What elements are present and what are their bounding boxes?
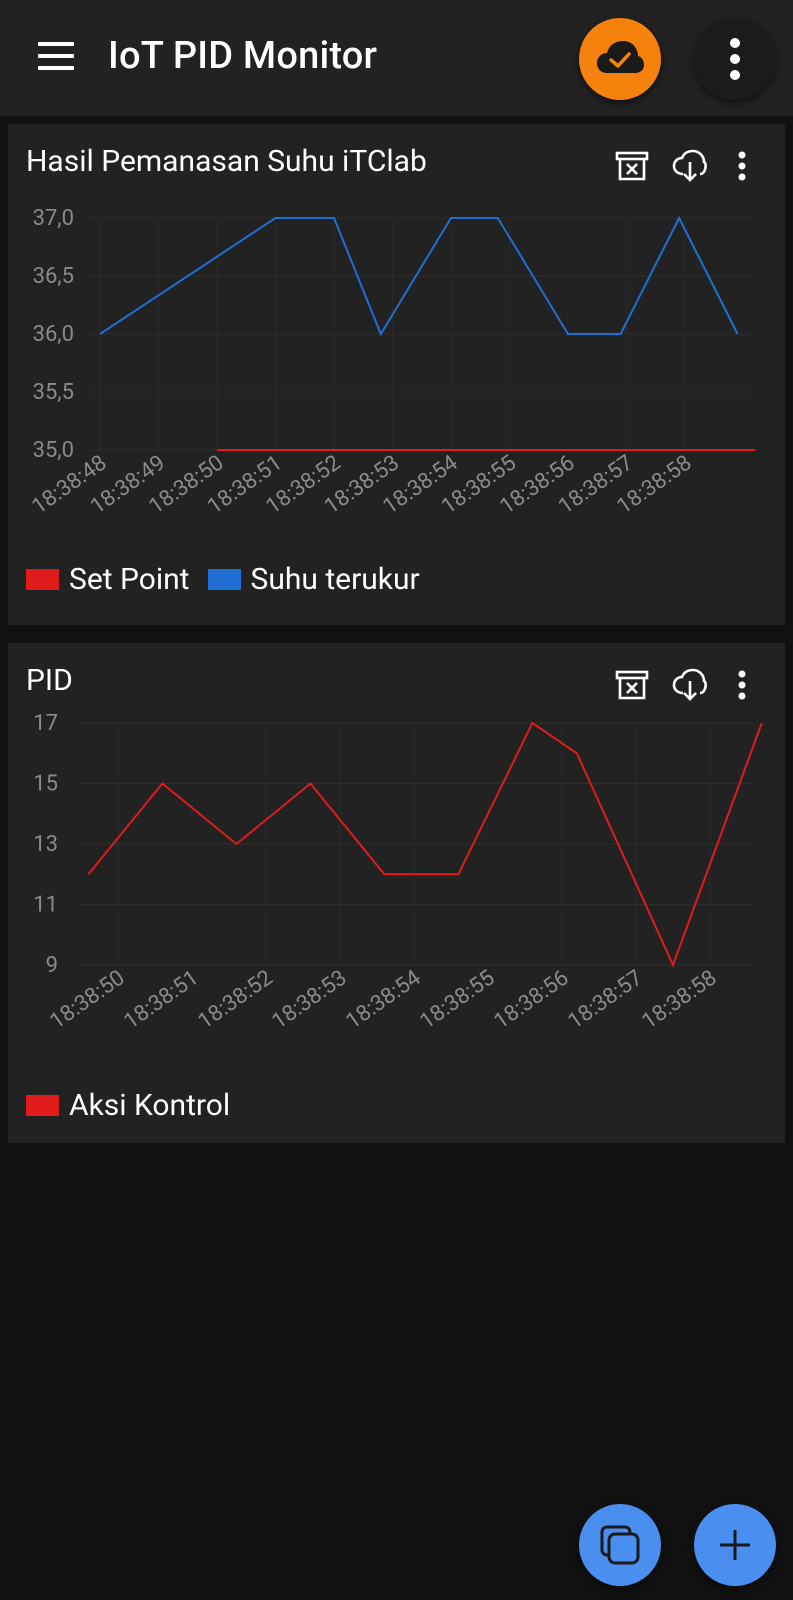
cloud-check-icon <box>597 41 644 73</box>
legend-label-setpoint: Set Point <box>69 562 190 597</box>
app-title: IoT PID Monitor <box>108 34 378 78</box>
chart-card-pid: PID 17 15 13 11 9 18:38:50 18:38:51 18:38:52 18:… <box>8 643 785 1143</box>
x-tick-label: 18:38:52 <box>194 965 278 1034</box>
clear-data-icon[interactable] <box>612 146 652 186</box>
chart-legend: Aksi Kontrol <box>26 1088 248 1123</box>
menu-icon[interactable] <box>36 42 76 72</box>
legend-label-temperature: Suhu terukur <box>250 562 420 597</box>
card-title: PID <box>26 663 73 698</box>
x-tick-label: 18:38:58 <box>638 965 722 1034</box>
legend-swatch-control-action <box>26 1095 59 1116</box>
y-tick-label: 15 <box>33 772 58 797</box>
x-tick-label: 18:38:53 <box>268 965 352 1034</box>
overflow-menu-button[interactable] <box>694 18 776 100</box>
pid-chart: 17151311918:38:5018:38:5118:38:5218:38:5… <box>33 713 763 1035</box>
y-tick-label: 36,0 <box>33 322 74 347</box>
legend-label-control-action: Aksi Kontrol <box>69 1088 231 1123</box>
x-tick-label: 18:38:50 <box>46 965 130 1034</box>
cloud-download-icon[interactable] <box>670 146 710 186</box>
add-fab[interactable] <box>694 1504 776 1586</box>
y-tick-label: 11 <box>33 893 58 918</box>
cloud-download-icon[interactable] <box>670 665 710 705</box>
y-tick-label: 36,5 <box>33 264 74 289</box>
plus-icon <box>720 1530 750 1560</box>
duplicate-fab[interactable] <box>579 1504 661 1586</box>
x-tick-label: 18:38:55 <box>416 965 500 1034</box>
y-tick-label: 17 <box>33 713 58 736</box>
x-tick-label: 18:38:57 <box>564 965 648 1034</box>
y-tick-label: 35,5 <box>33 380 74 405</box>
x-tick-label: 18:38:56 <box>490 965 574 1034</box>
temperature-chart: 37,036,536,035,535,018:38:4818:38:4918:3… <box>28 206 756 520</box>
y-tick-label: 13 <box>33 832 58 857</box>
card-more-icon[interactable] <box>722 146 762 186</box>
chart-card-temperature: Hasil Pemanasan Suhu iTClab 37,0 36,5 36,0… <box>8 124 785 625</box>
x-tick-label: 18:38:51 <box>120 965 204 1034</box>
y-tick-label: 37,0 <box>33 206 74 231</box>
clear-data-icon[interactable] <box>612 665 652 705</box>
y-tick-label: 9 <box>46 953 58 978</box>
copy-icon <box>600 1525 640 1565</box>
x-tick-label: 18:38:54 <box>342 965 426 1034</box>
card-more-icon[interactable] <box>722 665 762 705</box>
card-title: Hasil Pemanasan Suhu iTClab <box>26 144 427 179</box>
chart-legend: Set Point Suhu terukur <box>26 562 438 597</box>
y-tick-label: 35,0 <box>33 438 74 463</box>
more-vertical-icon <box>730 38 740 80</box>
app-bar: IoT PID Monitor <box>0 0 793 116</box>
legend-swatch-temperature <box>207 569 241 590</box>
legend-swatch-setpoint <box>26 569 59 590</box>
cloud-sync-button[interactable] <box>579 18 661 100</box>
